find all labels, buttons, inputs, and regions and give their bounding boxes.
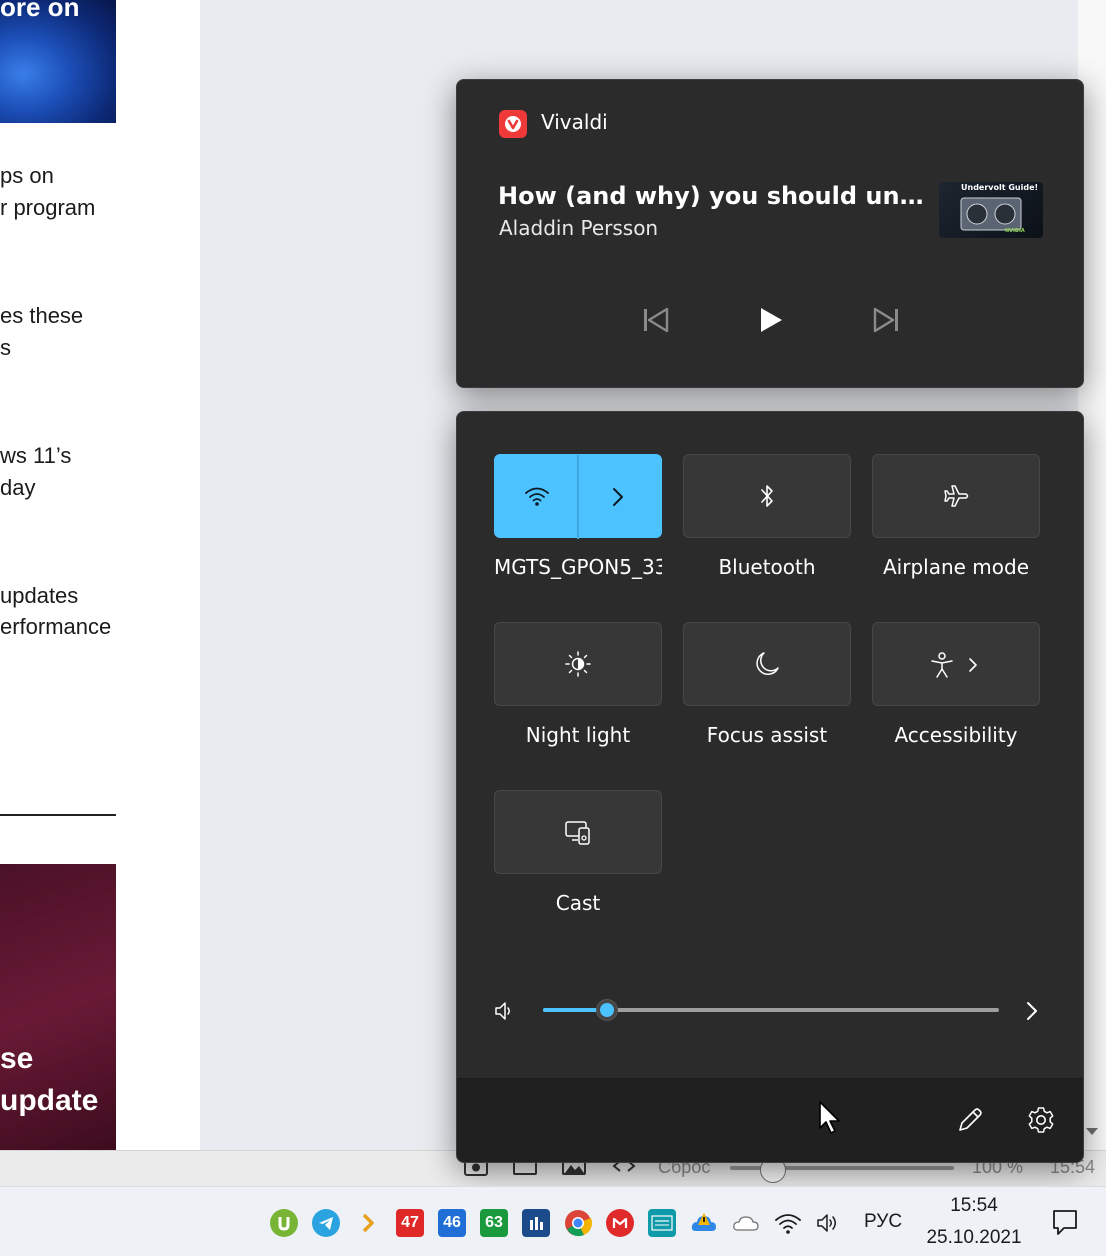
play-icon — [761, 308, 782, 332]
wifi-network-label: MGTS_GPON5_3309 — [494, 555, 662, 579]
thumbnail-caption: Undervolt Guide! — [961, 183, 1039, 192]
edit-pencil-icon[interactable] — [955, 1105, 985, 1135]
airplane-icon — [944, 485, 969, 507]
audio-output-chevron-icon[interactable] — [1024, 999, 1040, 1023]
article-link[interactable]: es these — [0, 300, 83, 332]
accessibility-icon — [931, 652, 953, 678]
next-track-button[interactable] — [867, 302, 907, 338]
article-link[interactable]: erformance — [0, 611, 111, 643]
cloud-warning-icon[interactable] — [690, 1209, 718, 1237]
airplane-mode-label: Airplane mode — [882, 555, 1030, 579]
wifi-icon — [525, 487, 549, 506]
article-thumbnail[interactable]: ore on — [0, 0, 116, 123]
next-track-icon — [873, 307, 898, 333]
settings-gear-icon[interactable] — [1026, 1105, 1056, 1135]
network-wifi-icon[interactable] — [774, 1209, 802, 1237]
article-link[interactable]: updates — [0, 580, 78, 612]
night-light-label: Night light — [525, 723, 631, 747]
thumbnail-title: se — [0, 1042, 34, 1075]
quick-settings-flyout: MGTS_GPON5_3309 Bluetooth Airplane mode … — [456, 411, 1084, 1163]
wifi-expand-chevron-icon[interactable] — [610, 486, 626, 508]
section-divider — [0, 814, 116, 816]
cast-icon — [565, 821, 590, 845]
telegram-icon[interactable] — [312, 1209, 340, 1237]
wifi-toggle[interactable] — [494, 454, 662, 539]
volume-tray-icon[interactable] — [814, 1209, 842, 1237]
speaker-icon[interactable] — [493, 1000, 515, 1022]
scroll-down-arrow-icon[interactable] — [1086, 1128, 1098, 1135]
input-language[interactable]: РУС — [864, 1211, 902, 1233]
previous-track-button[interactable] — [635, 302, 675, 338]
bluetooth-label: Bluetooth — [718, 555, 816, 579]
notification-center-icon[interactable] — [1050, 1207, 1080, 1237]
article-thumbnail[interactable]: se update — [0, 864, 116, 1150]
media-title: How (and why) you should undervolt your … — [498, 182, 930, 210]
app-bars-icon[interactable] — [522, 1209, 550, 1237]
badge-red-icon[interactable]: 47 — [396, 1209, 424, 1237]
article-link[interactable]: r program — [0, 192, 95, 224]
thumbnail-title: ore on — [0, 0, 80, 22]
media-thumbnail: Undervolt Guide! NVIDIA — [939, 182, 1043, 238]
thumbnail-title: update — [0, 1084, 99, 1117]
accessibility-toggle[interactable] — [872, 622, 1040, 706]
accessibility-label: Accessibility — [894, 723, 1018, 747]
media-artist: Aladdin Persson — [499, 216, 659, 240]
moon-icon — [756, 652, 779, 675]
badge-green-icon[interactable]: 63 — [480, 1209, 508, 1237]
taskbar-clock-time[interactable]: 15:54 — [920, 1195, 1028, 1217]
app-arrow-icon[interactable] — [354, 1209, 382, 1237]
article-link[interactable]: ws 11’s — [0, 440, 71, 472]
taskbar: 47 46 63 РУС 15:54 25.10.2021 — [0, 1186, 1106, 1256]
mouse-cursor-icon — [819, 1101, 840, 1134]
cast-toggle[interactable] — [494, 790, 662, 874]
tile-divider — [577, 455, 579, 539]
badge-blue-icon[interactable]: 46 — [438, 1209, 466, 1237]
night-light-icon — [565, 651, 591, 677]
volume-slider-thumb[interactable] — [595, 999, 618, 1021]
thumbnail-subtext: NVIDIA — [1005, 228, 1025, 234]
airplane-mode-toggle[interactable] — [872, 454, 1040, 538]
article-link[interactable]: day — [0, 472, 35, 504]
accessibility-chevron-icon — [969, 658, 977, 672]
gmail-icon[interactable] — [606, 1209, 634, 1237]
chrome-icon[interactable] — [564, 1209, 592, 1237]
vivaldi-logo-icon — [499, 110, 527, 138]
focus-assist-label: Focus assist — [706, 723, 828, 747]
bluetooth-icon — [761, 485, 773, 507]
background-article: ore on ps on r program es these s ws 11’… — [0, 0, 200, 1150]
media-flyout: Vivaldi How (and why) you should undervo… — [456, 79, 1084, 388]
play-button[interactable] — [751, 302, 791, 338]
utorrent-icon[interactable] — [270, 1209, 298, 1237]
focus-assist-toggle[interactable] — [683, 622, 851, 706]
night-light-toggle[interactable] — [494, 622, 662, 706]
media-app-name: Vivaldi — [541, 110, 608, 134]
onedrive-icon[interactable] — [732, 1209, 760, 1237]
quick-settings-footer — [457, 1078, 1083, 1162]
bluetooth-toggle[interactable] — [683, 454, 851, 538]
article-link[interactable]: ps on — [0, 160, 54, 192]
taskbar-clock-date[interactable]: 25.10.2021 — [920, 1227, 1028, 1249]
article-link[interactable]: s — [0, 332, 11, 364]
sound-blaster-icon[interactable] — [648, 1209, 676, 1237]
cast-label: Cast — [555, 891, 601, 915]
previous-track-icon — [644, 307, 669, 333]
